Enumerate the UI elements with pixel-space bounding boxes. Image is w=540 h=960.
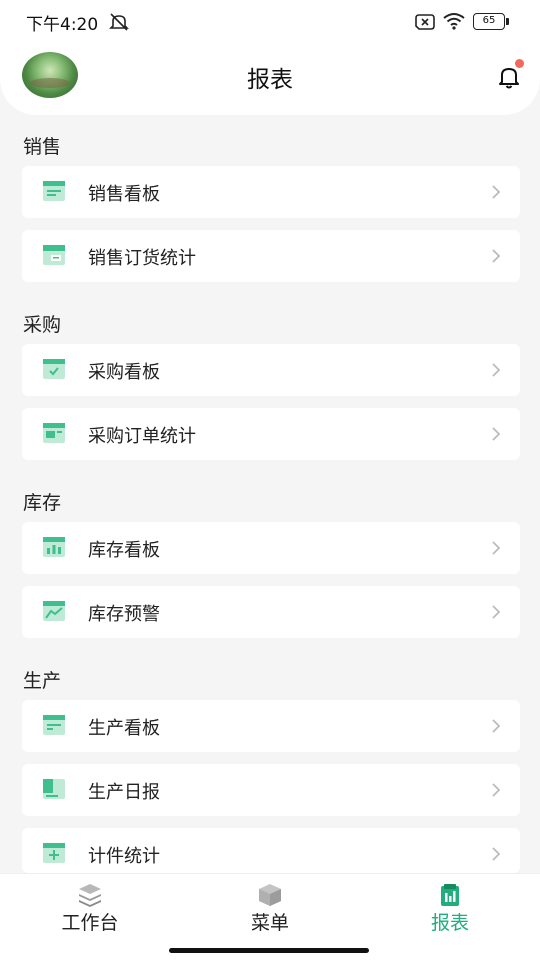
cube-icon — [259, 884, 281, 906]
report-icon — [441, 884, 459, 906]
dashboard-check-icon — [43, 359, 65, 379]
piece-count-icon — [43, 843, 65, 863]
wifi-icon — [443, 13, 465, 30]
chevron-right-icon — [492, 783, 501, 797]
chevron-right-icon — [492, 427, 501, 441]
chevron-right-icon — [492, 605, 501, 619]
notification-badge — [515, 59, 524, 68]
order-stats-icon — [43, 245, 65, 265]
section-title-inventory: 库存 — [23, 492, 62, 514]
status-bar: 下午4:20 65 — [0, 0, 540, 44]
chevron-right-icon — [492, 847, 501, 861]
report-item-production-dashboard[interactable]: 生产看板 — [22, 700, 520, 752]
chevron-right-icon — [492, 249, 501, 263]
chevron-right-icon — [492, 363, 501, 377]
report-item-label: 采购订单统计 — [88, 426, 196, 447]
report-item-label: 销售看板 — [88, 184, 160, 205]
tab-label: 工作台 — [61, 912, 119, 934]
status-time: 下午4:20 — [26, 15, 99, 35]
battery-icon: 65 — [473, 13, 509, 30]
home-indicator[interactable] — [169, 948, 369, 953]
report-item-piece-count[interactable]: 计件统计 — [22, 828, 520, 873]
chevron-right-icon — [492, 185, 501, 199]
battery-level: 65 — [473, 13, 505, 30]
tab-label: 报表 — [430, 912, 469, 934]
bottom-tab-bar: 工作台 菜单 报表 — [0, 873, 540, 960]
report-item-inventory-warning[interactable]: 库存预警 — [22, 586, 520, 638]
trend-chart-icon — [43, 601, 65, 621]
report-item-label: 计件统计 — [88, 846, 160, 867]
report-item-label: 库存预警 — [88, 604, 160, 625]
tab-reports[interactable]: 报表 — [360, 874, 540, 944]
section-title-production: 生产 — [23, 670, 62, 692]
section-title-sales: 销售 — [23, 136, 62, 158]
dashboard-icon — [43, 181, 65, 201]
report-item-sales-order-stats[interactable]: 销售订货统计 — [22, 230, 520, 282]
reports-screen: 下午4:20 65 报表 销售 销售看板 销售订货统计 采购 采购看板 采购订单… — [0, 0, 540, 960]
report-item-purchase-dashboard[interactable]: 采购看板 — [22, 344, 520, 396]
page-title: 报表 — [247, 67, 293, 93]
section-title-purchase: 采购 — [23, 314, 62, 336]
report-item-production-daily[interactable]: 生产日报 — [22, 764, 520, 816]
top-bar: 下午4:20 65 报表 — [0, 0, 540, 115]
chevron-right-icon — [492, 719, 501, 733]
tab-label: 菜单 — [250, 912, 289, 934]
tab-workbench[interactable]: 工作台 — [0, 874, 180, 944]
daily-report-icon — [43, 779, 65, 799]
report-item-label: 销售订货统计 — [88, 248, 196, 269]
chevron-right-icon — [492, 541, 501, 555]
report-item-purchase-order-stats[interactable]: 采购订单统计 — [22, 408, 520, 460]
report-item-label: 库存看板 — [88, 540, 160, 561]
order-stats-icon — [43, 423, 65, 443]
tab-menu[interactable]: 菜单 — [180, 874, 360, 944]
dashboard-icon — [43, 715, 65, 735]
no-sim-icon — [415, 14, 435, 30]
mute-icon — [109, 13, 129, 31]
report-item-label: 生产看板 — [88, 718, 160, 739]
report-item-inventory-dashboard[interactable]: 库存看板 — [22, 522, 520, 574]
report-item-label: 生产日报 — [88, 782, 160, 803]
layers-icon — [79, 884, 101, 907]
report-item-sales-dashboard[interactable]: 销售看板 — [22, 166, 520, 218]
bar-chart-icon — [43, 537, 65, 557]
report-item-label: 采购看板 — [88, 362, 160, 383]
